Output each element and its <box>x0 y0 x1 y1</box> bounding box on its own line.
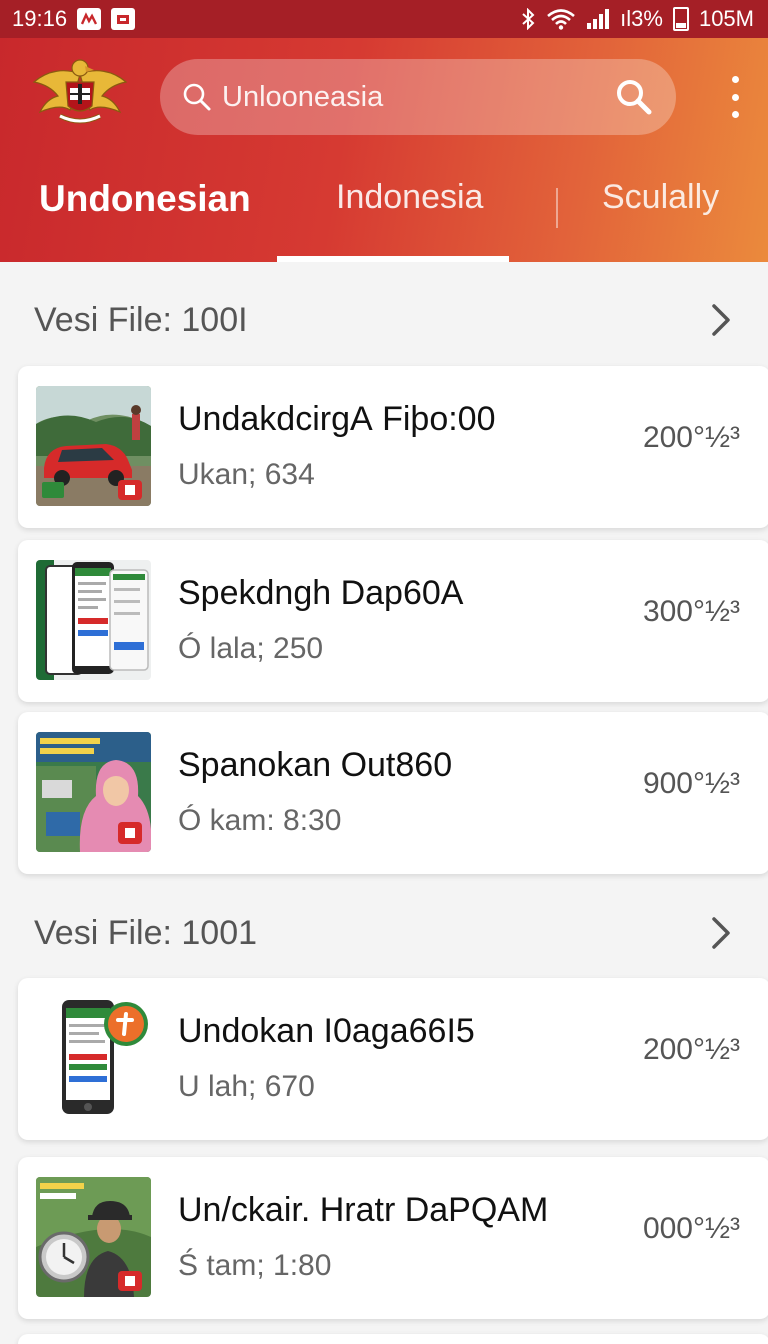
list-item-partial[interactable] <box>18 1334 768 1344</box>
car-photo-image <box>36 386 151 506</box>
item-thumbnail <box>36 1177 151 1297</box>
item-title: Undokan I0aɡa66I5 <box>178 1012 475 1050</box>
item-title: Spekdngh Dap60A <box>178 574 464 612</box>
tab-bar: Undonesian Indonesia Sculally <box>0 160 768 262</box>
item-value: 000°½³ <box>642 1212 740 1245</box>
app-header: 19:16 ıl3% 105M Unlooneasia Undonesian I… <box>0 0 768 262</box>
section-header[interactable]: Vesi File: 100I <box>0 280 768 360</box>
item-thumbnail <box>36 560 151 680</box>
item-value: 200°½³ <box>642 421 740 454</box>
list-item[interactable]: Spanokan Out860 Ó kam: 8:30 900°½³ <box>18 712 768 874</box>
garuda-emblem-logo[interactable] <box>30 54 130 134</box>
search-button-icon[interactable] <box>614 77 654 117</box>
search-bar[interactable] <box>160 59 676 135</box>
item-title: Un/ckair. Hratr DaPQAM <box>178 1191 549 1229</box>
tab-indonesia[interactable]: Indonesia <box>336 178 483 217</box>
notification-news-icon <box>77 8 102 30</box>
item-thumbnail <box>36 998 151 1118</box>
search-input[interactable] <box>222 80 604 114</box>
item-title: Spanokan Out860 <box>178 746 453 784</box>
man-with-clock-image <box>36 1177 151 1297</box>
item-subtitle: Ś tam; 1:80 <box>178 1249 332 1282</box>
item-value: 900°½³ <box>642 767 740 800</box>
phone-app-image <box>36 998 151 1118</box>
battery-percent: ıl3% <box>620 6 663 31</box>
search-icon <box>183 83 211 111</box>
item-subtitle: Ó lala; 250 <box>178 632 324 665</box>
item-value: 300°½³ <box>642 595 740 628</box>
signal-icon <box>586 8 610 30</box>
menu-dot <box>731 76 739 83</box>
more-vertical-icon[interactable] <box>722 76 748 118</box>
menu-dot <box>731 111 739 118</box>
menu-dot <box>731 93 739 101</box>
list-item[interactable]: Un/ckair. Hratr DaPQAM Ś tam; 1:80 000°½… <box>18 1157 768 1319</box>
wifi-icon <box>546 8 576 30</box>
list-item[interactable]: Spekdngh Dap60A Ó lala; 250 300°½³ <box>18 540 768 702</box>
item-thumbnail <box>36 732 151 852</box>
item-title: UndakdcirgА Fiþo:00 <box>178 400 496 438</box>
section-title: Vesi File: 100I <box>34 300 248 339</box>
status-bar: 19:16 ıl3% 105M <box>0 0 768 38</box>
list-item[interactable]: UndakdcirgА Fiþo:00 Ukan; 634 200°½³ <box>18 366 768 528</box>
list-item[interactable]: Undokan I0aɡa66I5 U lah; 670 200°½³ <box>18 978 768 1140</box>
woman-poster-image <box>36 732 151 852</box>
section-title: Vesi File: 1001 <box>34 913 258 952</box>
item-thumbnail <box>36 386 151 506</box>
tab-divider <box>556 188 558 228</box>
battery-icon <box>672 7 689 31</box>
item-value: 200°½³ <box>642 1033 740 1066</box>
status-bar-left: 19:16 <box>12 6 136 32</box>
bluetooth-icon <box>520 8 536 30</box>
tab-sculally[interactable]: Sculally <box>602 178 719 217</box>
section-header[interactable]: Vesi File: 1001 <box>0 893 768 973</box>
item-subtitle: U lah; 670 <box>178 1070 315 1103</box>
tab-indicator <box>277 256 509 262</box>
item-subtitle: Ukan; 634 <box>178 458 315 491</box>
data-usage: 105M <box>698 6 754 31</box>
chevron-right-icon <box>712 917 730 949</box>
item-subtitle: Ó kam: 8:30 <box>178 804 342 837</box>
chevron-right-icon <box>712 304 730 336</box>
tab-undonesian[interactable]: Undonesian <box>39 178 251 220</box>
status-time: 19:16 <box>12 6 68 31</box>
notification-app-icon <box>111 8 136 30</box>
status-bar-right: ıl3% 105M <box>520 6 754 32</box>
app-screens-image <box>36 560 151 680</box>
